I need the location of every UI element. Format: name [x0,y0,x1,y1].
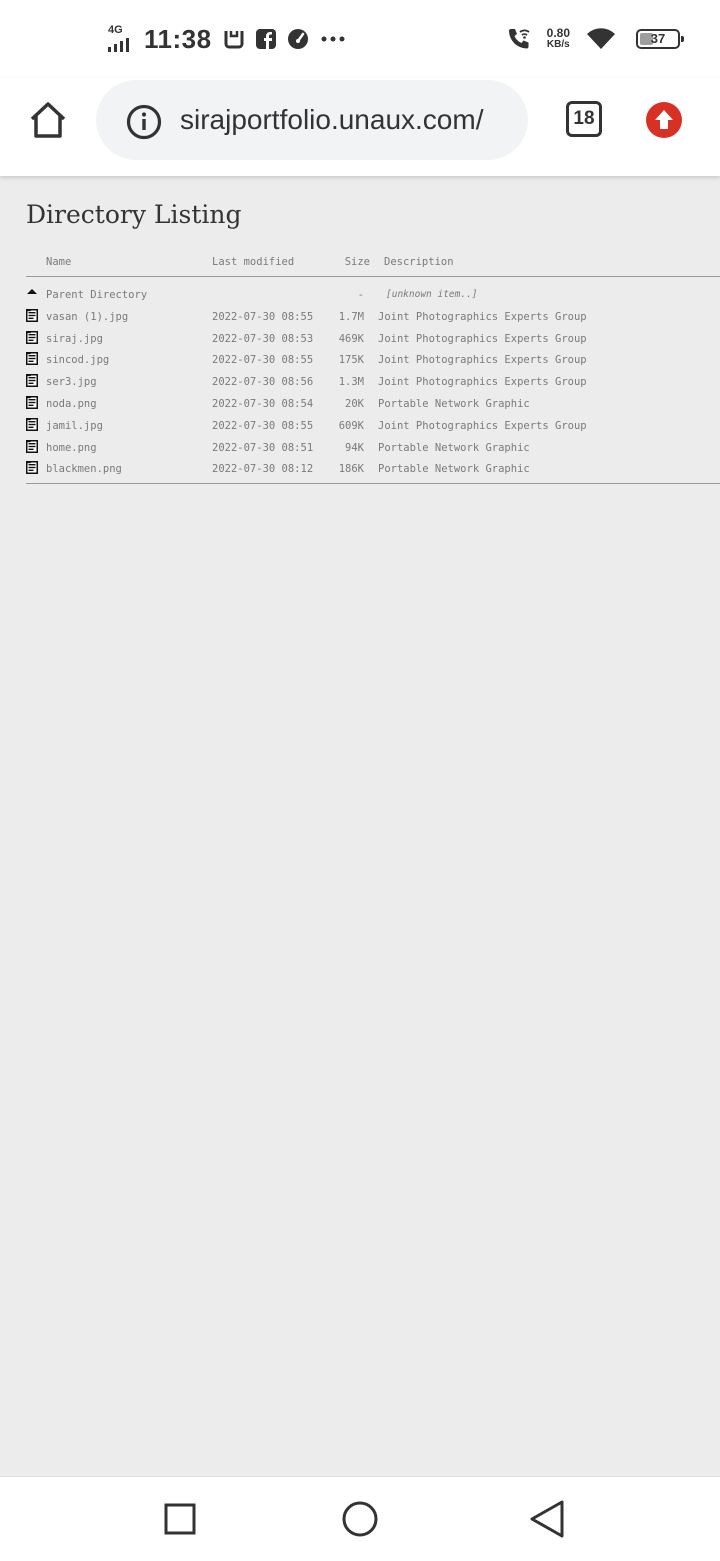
file-description: Portable Network Graphic [378,441,530,454]
file-name-link[interactable]: sincod.jpg [46,354,109,366]
recents-square-icon [164,1503,196,1535]
file-name-link[interactable]: siraj.jpg [46,333,103,345]
home-nav-button[interactable] [340,1499,380,1539]
file-name-link[interactable]: noda.png [46,398,97,410]
system-nav-bar [0,1476,720,1561]
home-button[interactable] [28,100,68,140]
tab-switcher-button[interactable]: 18 [566,101,602,137]
file-icon [26,461,38,475]
file-description: Joint Photographics Experts Group [378,376,587,389]
file-row[interactable]: ser3.jpg 2022-07-30 08:56 1.3M Joint Photog… [26,372,720,394]
file-icon [26,395,38,409]
battery-icon: 37 [636,29,684,49]
column-name[interactable]: Name [46,256,71,268]
column-size[interactable]: Size [342,256,370,268]
speedometer-icon [286,27,310,51]
file-row[interactable]: blackmen.png 2022-07-30 08:12 186K Portable… [26,459,720,481]
file-last-modified: 2022-07-30 08:12 [212,463,314,476]
file-description: Joint Photographics Experts Group [378,332,587,345]
back-triangle-icon [530,1500,564,1538]
file-last-modified: 2022-07-30 08:55 [212,310,314,323]
file-name-link[interactable]: ser3.jpg [46,376,97,388]
file-description: Joint Photographics Experts Group [378,419,587,432]
file-row[interactable]: siraj.jpg 2022-07-30 08:53 469K Joint Photo… [26,329,720,351]
more-dots-icon [318,27,348,51]
home-circle-icon [342,1501,378,1537]
file-icon [26,352,38,366]
file-description: Joint Photographics Experts Group [378,354,587,367]
home-icon [30,102,66,138]
page-title: Directory Listing [26,200,242,229]
footer-divider [26,483,720,485]
network-type: 4G [108,24,123,36]
file-row[interactable]: noda.png 2022-07-30 08:54 20K Portable Netw… [26,394,720,416]
parent-directory-icon [26,287,38,300]
file-name-link[interactable]: home.png [46,442,97,454]
file-row[interactable]: vasan (1).jpg 2022-07-30 08:55 1.7M Joint P… [26,307,720,329]
file-icon [26,330,38,344]
parent-directory-row[interactable]: Parent Directory - [unknown item..] [26,285,720,307]
status-bar: 4G 11:38 0.80 KB/s 37 [0,0,720,78]
address-bar[interactable]: sirajportfolio.unaux.com/ [96,80,528,160]
file-size: 94K [345,441,364,454]
file-description: Portable Network Graphic [378,397,530,410]
url-text[interactable]: sirajportfolio.unaux.com/ [180,104,483,136]
file-description: Joint Photographics Experts Group [378,310,587,323]
wifi-icon [586,26,616,52]
file-size: 175K [338,354,364,367]
parent-size: - [357,289,364,301]
file-icon [26,439,38,453]
file-description: Portable Network Graphic [378,463,530,476]
file-last-modified: 2022-07-30 08:55 [212,354,314,367]
file-size: 469K [338,332,364,345]
signal-icon: 4G [106,24,136,54]
parent-description: [unknown item..] [386,289,478,300]
clock: 11:38 [144,23,212,54]
file-name-link[interactable]: jamil.jpg [46,420,103,432]
file-row[interactable]: home.png 2022-07-30 08:51 94K Portable Netw… [26,438,720,460]
back-button[interactable] [528,1499,568,1539]
parent-directory-link[interactable]: Parent Directory [46,289,147,301]
update-button[interactable] [646,102,682,138]
file-icon [26,308,38,322]
file-last-modified: 2022-07-30 08:51 [212,441,314,454]
file-icon [26,374,38,388]
file-name-link[interactable]: blackmen.png [46,463,122,475]
info-icon[interactable] [126,104,162,140]
speed-unit: KB/s [546,39,570,50]
file-size: 186K [338,463,364,476]
file-name-link[interactable]: vasan (1).jpg [46,311,128,323]
file-size: 20K [345,397,364,410]
file-last-modified: 2022-07-30 08:54 [212,397,314,410]
directory-table: Name Last modified Size Description Pare… [26,254,720,485]
file-last-modified: 2022-07-30 08:55 [212,419,314,432]
recents-button[interactable] [160,1499,200,1539]
battery-percent: 37 [650,31,666,46]
file-row[interactable]: sincod.jpg 2022-07-30 08:55 175K Joint Phot… [26,350,720,372]
browser-toolbar: sirajportfolio.unaux.com/ 18 [0,78,720,176]
table-header: Name Last modified Size Description [26,254,720,276]
wifi-calling-icon [505,25,533,53]
file-row[interactable]: jamil.jpg 2022-07-30 08:55 609K Joint Photo… [26,416,720,438]
file-size: 1.7M [338,310,364,323]
file-last-modified: 2022-07-30 08:53 [212,332,314,345]
file-size: 1.3M [338,376,364,389]
network-speed: 0.80 KB/s [547,27,570,51]
file-icon [26,417,38,431]
file-size: 609K [338,419,364,432]
notification-box-icon [222,27,246,51]
speed-value: 0.80 [546,26,570,40]
facebook-icon [254,27,278,51]
file-last-modified: 2022-07-30 08:56 [212,376,314,389]
arrow-up-icon [655,110,673,129]
column-description[interactable]: Description [384,256,454,268]
column-last-modified[interactable]: Last modified [212,256,294,268]
